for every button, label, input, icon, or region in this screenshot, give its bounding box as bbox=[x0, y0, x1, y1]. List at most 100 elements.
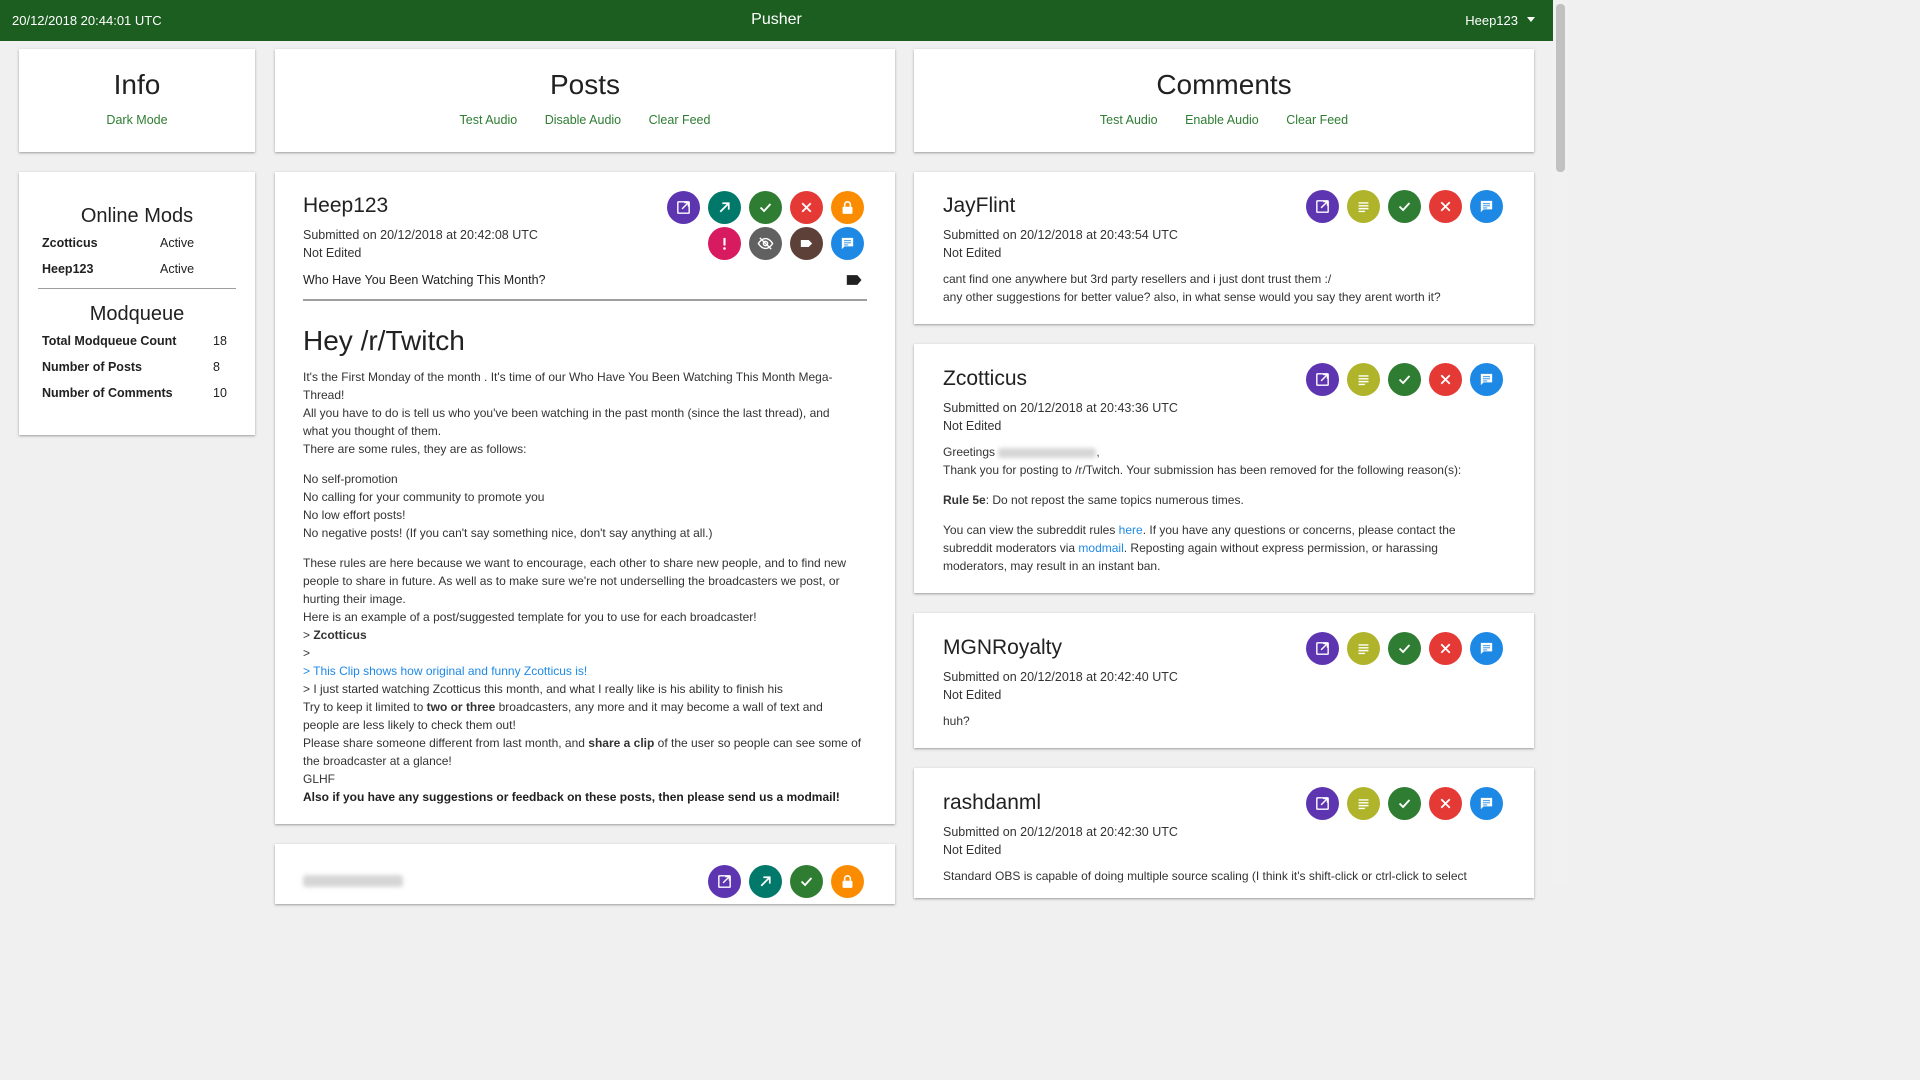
source-button[interactable] bbox=[1347, 190, 1380, 223]
clip-link[interactable]: > This Clip shows how original and funny… bbox=[303, 662, 873, 680]
open-in-new-icon bbox=[718, 875, 731, 888]
user-menu-name[interactable]: Heep123 bbox=[1465, 13, 1518, 28]
modmail-link[interactable]: modmail bbox=[1078, 541, 1123, 555]
comment-author[interactable]: MGNRoyalty bbox=[943, 636, 1062, 660]
comments-clear-feed-link[interactable]: Clear Feed bbox=[1286, 113, 1348, 127]
approve-button[interactable] bbox=[749, 191, 782, 224]
source-button[interactable] bbox=[1347, 632, 1380, 665]
text-lines-icon bbox=[1358, 375, 1369, 386]
comment-author[interactable]: JayFlint bbox=[943, 194, 1015, 218]
dark-mode-link[interactable]: Dark Mode bbox=[106, 113, 167, 127]
comments-test-audio-link[interactable]: Test Audio bbox=[1100, 113, 1158, 127]
post-title[interactable]: Who Have You Been Watching This Month? bbox=[303, 271, 546, 289]
text-line: Thread! bbox=[303, 388, 345, 402]
permalink-button[interactable] bbox=[749, 865, 782, 898]
posts-header-card: Posts Test Audio Disable Audio Clear Fee… bbox=[275, 49, 895, 152]
text-line: GLHF bbox=[303, 772, 336, 786]
eye-off-icon bbox=[757, 237, 774, 250]
remove-button[interactable] bbox=[790, 191, 823, 224]
open-button[interactable] bbox=[1306, 190, 1339, 223]
comment-submitted: Submitted on 20/12/2018 at 20:43:36 UTC bbox=[943, 401, 1178, 415]
posts-title: Posts bbox=[549, 69, 621, 100]
open-button[interactable] bbox=[1306, 787, 1339, 820]
check-icon bbox=[800, 877, 813, 887]
mod-name: Heep123 bbox=[42, 262, 94, 276]
mod-row: Heep123 Active bbox=[19, 262, 255, 288]
approve-button[interactable] bbox=[1388, 787, 1421, 820]
scrollbar-thumb[interactable] bbox=[1556, 4, 1565, 172]
approve-button[interactable] bbox=[1388, 632, 1421, 665]
reply-button[interactable] bbox=[1470, 632, 1503, 665]
divider bbox=[38, 288, 236, 289]
mod-row: Zcotticus Active bbox=[19, 236, 255, 262]
remove-button[interactable] bbox=[1429, 190, 1462, 223]
remove-button[interactable] bbox=[1429, 632, 1462, 665]
close-icon bbox=[1440, 201, 1451, 212]
open-button[interactable] bbox=[1306, 363, 1339, 396]
approve-button[interactable] bbox=[790, 865, 823, 898]
text-line: the broadcaster at a glance! bbox=[303, 754, 452, 768]
posts-toggle-audio-link[interactable]: Disable Audio bbox=[545, 113, 621, 127]
open-button[interactable] bbox=[1306, 632, 1339, 665]
text-line: You can view the subreddit rules here. I… bbox=[943, 523, 1456, 537]
post-author[interactable]: Heep123 bbox=[303, 194, 388, 218]
comment-author[interactable]: rashdanml bbox=[943, 791, 1041, 815]
reply-button[interactable] bbox=[1470, 190, 1503, 223]
report-button[interactable] bbox=[708, 227, 741, 260]
reply-button[interactable] bbox=[1470, 363, 1503, 396]
remove-button[interactable] bbox=[1429, 787, 1462, 820]
comments-toggle-audio-link[interactable]: Enable Audio bbox=[1185, 113, 1259, 127]
arrow-up-right-icon bbox=[760, 876, 771, 887]
top-bar: 20/12/2018 20:44:01 UTC Pusher Heep123 bbox=[0, 0, 1553, 41]
posts-clear-feed-link[interactable]: Clear Feed bbox=[649, 113, 711, 127]
remove-button[interactable] bbox=[1429, 363, 1462, 396]
text-line: people are less likely to check them out… bbox=[303, 718, 516, 732]
close-icon bbox=[1440, 374, 1451, 385]
comment-icon bbox=[1480, 373, 1493, 386]
open-button[interactable] bbox=[708, 865, 741, 898]
text-lines-icon bbox=[1358, 644, 1369, 655]
source-button[interactable] bbox=[1347, 363, 1380, 396]
stat-label: Number of Comments bbox=[42, 386, 173, 400]
close-icon bbox=[1440, 798, 1451, 809]
approve-button[interactable] bbox=[1388, 190, 1421, 223]
comment-author[interactable]: Zcotticus bbox=[943, 367, 1027, 391]
stat-row: Number of Comments 10 bbox=[19, 386, 255, 412]
stat-value: 18 bbox=[213, 334, 227, 348]
blurred-username bbox=[998, 447, 1097, 458]
rule-item: No low effort posts! bbox=[303, 508, 406, 522]
hide-button[interactable] bbox=[749, 227, 782, 260]
check-icon bbox=[1398, 644, 1411, 654]
reply-button[interactable] bbox=[1470, 787, 1503, 820]
rule-item: No self-promotion bbox=[303, 472, 398, 486]
approve-button[interactable] bbox=[1388, 363, 1421, 396]
permalink-button[interactable] bbox=[708, 191, 741, 224]
app-title: Pusher bbox=[751, 11, 802, 28]
lock-button[interactable] bbox=[831, 191, 864, 224]
stat-row: Number of Posts 8 bbox=[19, 360, 255, 386]
chevron-down-icon[interactable] bbox=[1527, 17, 1535, 22]
rule-item: No calling for your community to promote… bbox=[303, 490, 545, 504]
scrollbar[interactable] bbox=[1553, 0, 1568, 882]
comment-submitted: Submitted on 20/12/2018 at 20:42:30 UTC bbox=[943, 825, 1178, 839]
lock-icon bbox=[842, 875, 853, 888]
text-line: It's the First Monday of the month . It'… bbox=[303, 370, 833, 384]
flair-button[interactable] bbox=[790, 227, 823, 260]
text-line: Try to keep it limited to two or three b… bbox=[303, 700, 823, 714]
exclamation-icon bbox=[723, 237, 726, 250]
open-button[interactable] bbox=[667, 191, 700, 224]
post-card bbox=[275, 844, 895, 904]
post-card: Heep123 Submitted on 20/12/2018 at 20:42… bbox=[275, 172, 895, 824]
text-line: There are some rules, they are as follow… bbox=[303, 442, 527, 456]
posts-test-audio-link[interactable]: Test Audio bbox=[460, 113, 518, 127]
text-line: Thank you for posting to /r/Twitch. Your… bbox=[943, 463, 1462, 477]
text-line: what you thought of them. bbox=[303, 424, 442, 438]
lock-button[interactable] bbox=[831, 865, 864, 898]
close-icon bbox=[1440, 643, 1451, 654]
check-icon bbox=[1398, 799, 1411, 809]
reply-button[interactable] bbox=[831, 227, 864, 260]
source-button[interactable] bbox=[1347, 787, 1380, 820]
rules-link[interactable]: here bbox=[1119, 523, 1143, 537]
info-header-card: Info Dark Mode bbox=[19, 49, 255, 152]
check-icon bbox=[759, 203, 772, 213]
